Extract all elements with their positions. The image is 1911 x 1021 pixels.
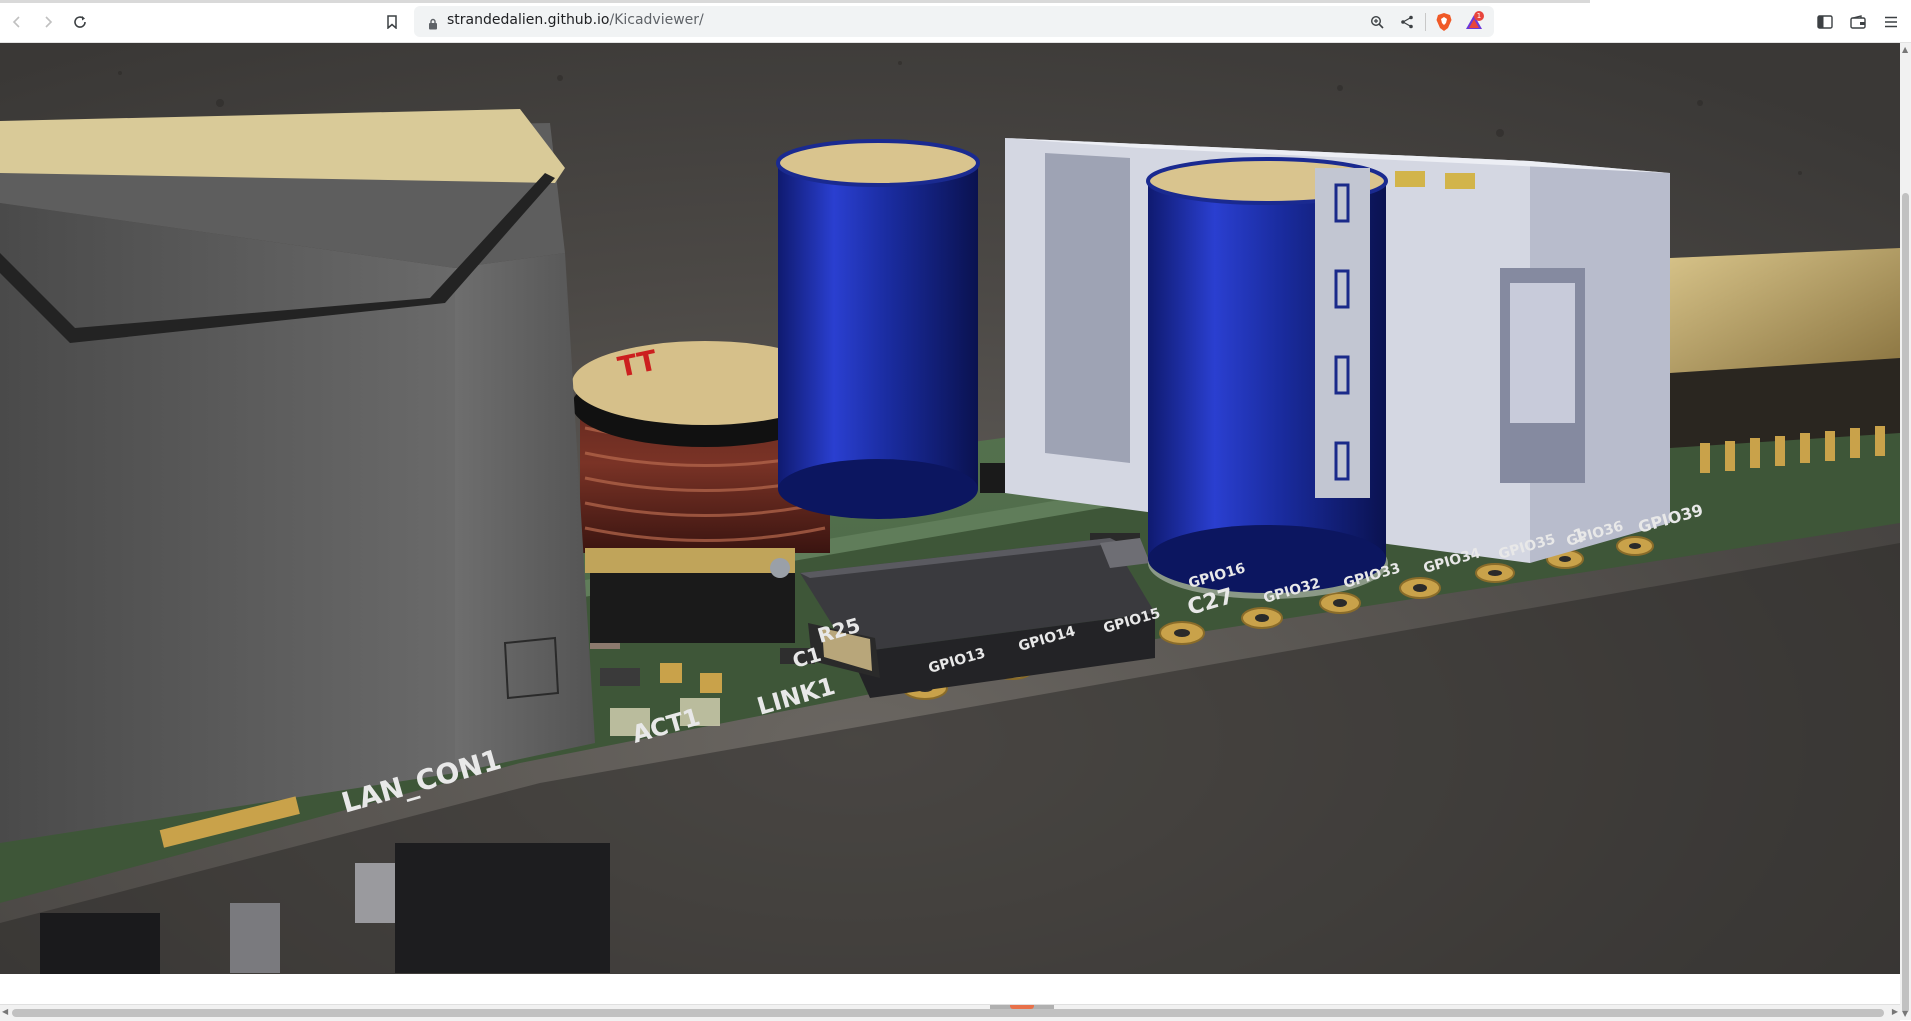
tab-strip: [0, 0, 1911, 3]
browser-toolbar: strandedalien.github.io/Kicadviewer/ 1: [0, 0, 1911, 43]
horizontal-scrollbar-thumb[interactable]: [12, 1009, 1884, 1017]
vertical-scrollbar-thumb[interactable]: [1902, 193, 1909, 1013]
scroll-up-icon[interactable]: ▲: [1902, 45, 1908, 54]
wallet-button[interactable]: [1845, 9, 1871, 35]
scroll-right-icon[interactable]: ▶: [1892, 1007, 1898, 1016]
horizontal-scrollbar[interactable]: ◀ ▶: [0, 1004, 1900, 1021]
url-text[interactable]: strandedalien.github.io/Kicadviewer/: [447, 12, 704, 28]
pcb-3d-scene: TT LAN_CON1 ACT1 LINK1 C1 R25 C27 GPIO13…: [0, 43, 1900, 974]
forward-icon: [42, 16, 54, 28]
scroll-left-icon[interactable]: ◀: [2, 1007, 8, 1016]
sidebar-icon: [1817, 15, 1833, 29]
bookmark-button[interactable]: [379, 9, 405, 35]
page-bottom-area: [0, 974, 1900, 1004]
brave-rewards-button[interactable]: 1: [1462, 10, 1486, 34]
active-tab-indicator: [1590, 0, 1911, 3]
lock-icon: [428, 15, 438, 34]
main-menu-button[interactable]: [1878, 9, 1904, 35]
address-bar-divider: [1425, 13, 1426, 31]
electrolytic-capacitor-right: [1146, 157, 1388, 599]
forward-button[interactable]: [35, 9, 61, 35]
scroll-down-icon[interactable]: ▼: [1902, 1009, 1908, 1018]
sidebar-button[interactable]: [1812, 9, 1838, 35]
rj45-ethernet-jack: [0, 109, 595, 848]
address-bar[interactable]: strandedalien.github.io/Kicadviewer/ 1: [414, 6, 1494, 37]
zoom-icon: [1370, 15, 1384, 29]
taskbar-indicator-accent: [1010, 1005, 1034, 1009]
bookmark-icon: [386, 15, 398, 29]
brave-shields-button[interactable]: [1432, 10, 1456, 34]
menu-icon: [1884, 16, 1898, 28]
back-button[interactable]: [4, 9, 30, 35]
share-icon: [1400, 15, 1414, 29]
brave-shield-icon: [1435, 12, 1453, 32]
kicad-3d-viewer-canvas[interactable]: TT LAN_CON1 ACT1 LINK1 C1 R25 C27 GPIO13…: [0, 43, 1900, 974]
url-host: strandedalien.github.io: [447, 12, 610, 28]
electrolytic-capacitor-left: [776, 139, 980, 519]
reload-button[interactable]: [67, 9, 93, 35]
reload-icon: [73, 15, 87, 29]
rewards-notification-badge: 1: [1474, 11, 1484, 21]
vertical-scrollbar[interactable]: ▲ ▼: [1900, 43, 1911, 1020]
zoom-button[interactable]: [1365, 10, 1389, 34]
back-icon: [11, 16, 23, 28]
address-bar-actions: 1: [1365, 10, 1486, 34]
wallet-icon: [1850, 15, 1866, 29]
share-button[interactable]: [1395, 10, 1419, 34]
url-path: /Kicadviewer/: [609, 12, 704, 28]
